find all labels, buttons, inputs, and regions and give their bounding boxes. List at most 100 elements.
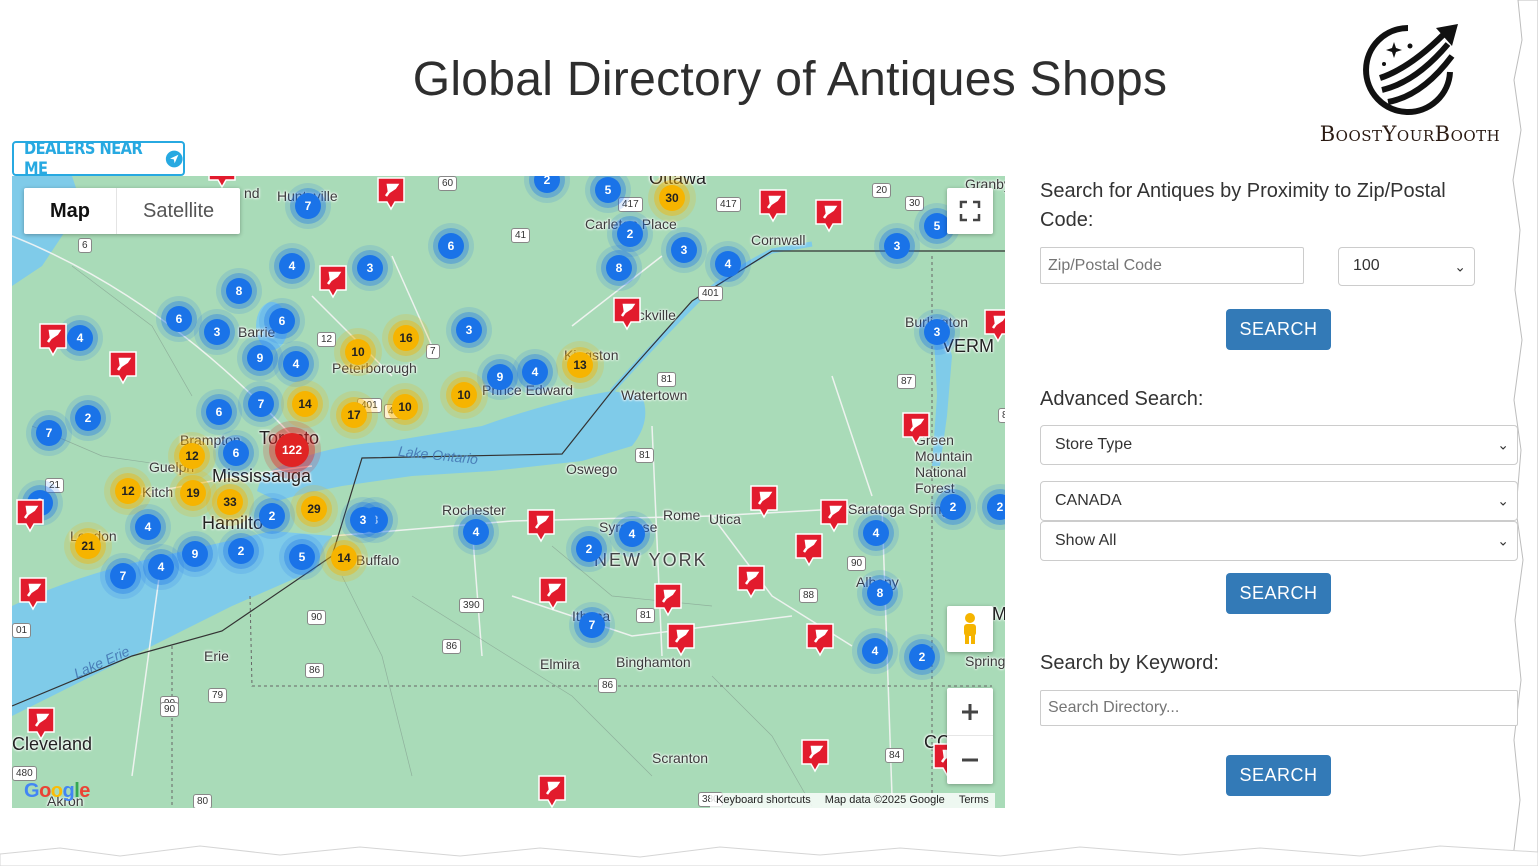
street-view-pegman[interactable] [947, 606, 993, 652]
marker-cluster[interactable]: 6 [206, 399, 232, 425]
shop-pin-icon[interactable] [758, 188, 788, 224]
shop-pin-icon[interactable] [38, 322, 68, 358]
shop-pin-icon[interactable] [666, 622, 696, 658]
map-type-satellite-button[interactable]: Satellite [117, 188, 240, 234]
marker-cluster[interactable]: 30 [659, 185, 685, 211]
marker-cluster[interactable]: 8 [226, 278, 252, 304]
marker-cluster[interactable]: 6 [223, 440, 249, 466]
marker-cluster[interactable]: 7 [110, 563, 136, 589]
marker-cluster[interactable]: 9 [182, 541, 208, 567]
marker-cluster[interactable]: 2 [617, 221, 643, 247]
marker-cluster[interactable]: 2 [75, 405, 101, 431]
marker-cluster[interactable]: 33 [217, 489, 243, 515]
shop-pin-icon[interactable] [318, 264, 348, 300]
shop-pin-icon[interactable] [18, 576, 48, 612]
shop-pin-icon[interactable] [749, 484, 779, 520]
marker-cluster[interactable]: 2 [259, 503, 285, 529]
marker-cluster[interactable]: 7 [579, 612, 605, 638]
marker-cluster[interactable]: 3 [456, 317, 482, 343]
marker-cluster[interactable]: 14 [292, 391, 318, 417]
shop-pin-icon[interactable] [800, 738, 830, 774]
marker-cluster[interactable]: 14 [331, 545, 357, 571]
marker-cluster[interactable]: 3 [357, 255, 383, 281]
marker-cluster[interactable]: 6 [166, 306, 192, 332]
marker-cluster[interactable]: 12 [179, 443, 205, 469]
terms-link[interactable]: Terms [959, 793, 989, 808]
shop-pin-icon[interactable] [15, 498, 45, 534]
marker-cluster[interactable]: 6 [269, 308, 295, 334]
shop-pin-icon[interactable] [612, 296, 642, 332]
marker-cluster[interactable]: 21 [75, 533, 101, 559]
shop-pin-icon[interactable] [736, 564, 766, 600]
shop-pin-icon[interactable] [814, 198, 844, 234]
marker-cluster[interactable]: 4 [135, 514, 161, 540]
marker-cluster[interactable]: 16 [393, 325, 419, 351]
zoom-out-button[interactable] [947, 736, 993, 784]
marker-cluster[interactable]: 4 [67, 325, 93, 351]
marker-cluster[interactable]: 10 [392, 394, 418, 420]
marker-cluster[interactable]: 4 [279, 253, 305, 279]
shop-pin-icon[interactable] [537, 774, 567, 808]
fullscreen-button[interactable] [947, 188, 993, 234]
shop-pin-icon[interactable] [794, 532, 824, 568]
shop-pin-icon[interactable] [108, 350, 138, 386]
marker-cluster[interactable]: 8 [867, 580, 893, 606]
store-type-select[interactable]: Store Type ⌄ [1040, 425, 1518, 465]
keyword-search-button[interactable]: SEARCH [1226, 755, 1331, 796]
proximity-search-button[interactable]: SEARCH [1226, 309, 1331, 350]
shop-pin-icon[interactable] [805, 622, 835, 658]
zip-code-input[interactable] [1040, 247, 1304, 284]
marker-cluster[interactable]: 3 [204, 319, 230, 345]
marker-cluster[interactable]: 13 [567, 352, 593, 378]
marker-cluster[interactable]: 4 [463, 519, 489, 545]
marker-cluster[interactable]: 10 [345, 339, 371, 365]
map-view[interactable]: 6041741741612740181878940401819021908686… [12, 176, 1005, 808]
shop-pin-icon[interactable] [526, 508, 556, 544]
radius-select[interactable]: 100 ⌄ [1338, 247, 1475, 286]
marker-cluster[interactable]: 122 [275, 433, 309, 467]
marker-cluster[interactable]: 9 [487, 364, 513, 390]
marker-cluster[interactable]: 7 [295, 193, 321, 219]
marker-cluster[interactable]: 5 [289, 544, 315, 570]
marker-cluster[interactable]: 12 [115, 478, 141, 504]
advanced-search-button[interactable]: SEARCH [1226, 573, 1331, 614]
marker-cluster[interactable]: 4 [148, 554, 174, 580]
shop-pin-icon[interactable] [819, 498, 849, 534]
shop-pin-icon[interactable] [538, 576, 568, 612]
shop-pin-icon[interactable] [983, 308, 1005, 344]
shop-pin-icon[interactable] [26, 706, 56, 742]
country-select[interactable]: CANADA ⌄ [1040, 481, 1518, 521]
marker-cluster[interactable]: 3 [671, 237, 697, 263]
marker-cluster[interactable]: 8 [606, 255, 632, 281]
shop-pin-icon[interactable] [376, 176, 406, 212]
marker-cluster[interactable]: 2 [576, 536, 602, 562]
marker-cluster[interactable]: 6 [438, 233, 464, 259]
marker-cluster[interactable]: 4 [863, 520, 889, 546]
marker-cluster[interactable]: 29 [301, 496, 327, 522]
marker-cluster[interactable]: 10 [451, 382, 477, 408]
marker-cluster[interactable]: 4 [522, 359, 548, 385]
show-select[interactable]: Show All ⌄ [1040, 521, 1518, 561]
marker-cluster[interactable]: 3 [350, 507, 376, 533]
marker-cluster[interactable]: 3 [924, 319, 950, 345]
marker-cluster[interactable]: 2 [228, 538, 254, 564]
marker-cluster[interactable]: 2 [940, 494, 966, 520]
marker-cluster[interactable]: 3 [884, 233, 910, 259]
marker-cluster[interactable]: 9 [247, 345, 273, 371]
marker-cluster[interactable]: 4 [283, 351, 309, 377]
marker-cluster[interactable]: 4 [619, 521, 645, 547]
marker-cluster[interactable]: 19 [180, 480, 206, 506]
shop-pin-icon[interactable] [653, 582, 683, 618]
marker-cluster[interactable]: 2 [909, 644, 935, 670]
marker-cluster[interactable]: 4 [862, 638, 888, 664]
zoom-in-button[interactable] [947, 688, 993, 736]
map-type-map-button[interactable]: Map [24, 188, 117, 234]
shop-pin-icon[interactable] [901, 411, 931, 447]
keyboard-shortcuts-link[interactable]: Keyboard shortcuts [716, 793, 811, 808]
dealers-near-me-button[interactable]: DEALERS NEAR ME [12, 139, 185, 179]
marker-cluster[interactable]: 17 [341, 402, 367, 428]
marker-cluster[interactable]: 5 [595, 177, 621, 203]
marker-cluster[interactable]: 4 [715, 251, 741, 277]
marker-cluster[interactable]: 7 [248, 391, 274, 417]
marker-cluster[interactable]: 7 [36, 420, 62, 446]
